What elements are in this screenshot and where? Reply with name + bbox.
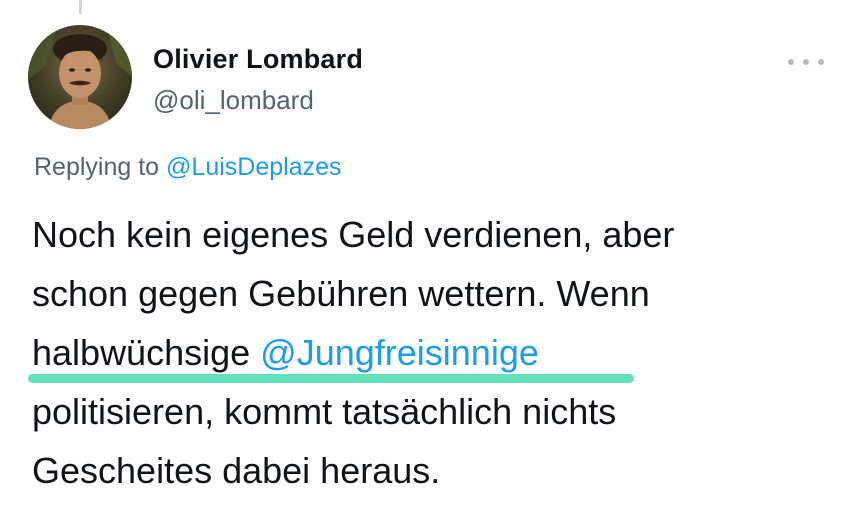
more-dot (803, 59, 809, 65)
thread-connector-line (79, 0, 82, 14)
author-avatar[interactable] (28, 25, 132, 129)
replying-to: Replying to @LuisDeplazes (34, 153, 342, 182)
replying-to-prefix: Replying to (34, 153, 160, 181)
mention-link-jungfreisinnige[interactable]: @Jungfreisinnige (260, 332, 539, 373)
more-dot (788, 59, 794, 65)
tweet-text-line: schon gegen Gebühren wettern. Wenn (32, 273, 650, 314)
author-handle[interactable]: @oli_lombard (153, 85, 314, 116)
more-dot (818, 59, 824, 65)
more-options-icon[interactable] (788, 55, 824, 69)
tweet-text-line: politisieren, kommt tatsächlich nichts (32, 391, 617, 432)
tweet-text-line: halbwüchsige @Jungfreisinnige (32, 323, 832, 382)
tweet-text-segment: halbwüchsige (32, 332, 261, 373)
author-display-name[interactable]: Olivier Lombard (153, 44, 363, 75)
replying-to-mention-link[interactable]: @LuisDeplazes (166, 153, 341, 181)
tweet-text-line: Noch kein eigenes Geld verdienen, aber (32, 214, 675, 255)
tweet-text-line: Gescheites dabei heraus. (32, 450, 441, 491)
tweet-text: Noch kein eigenes Geld verdienen, aber s… (32, 205, 832, 500)
avatar-photo-icon (28, 25, 132, 129)
